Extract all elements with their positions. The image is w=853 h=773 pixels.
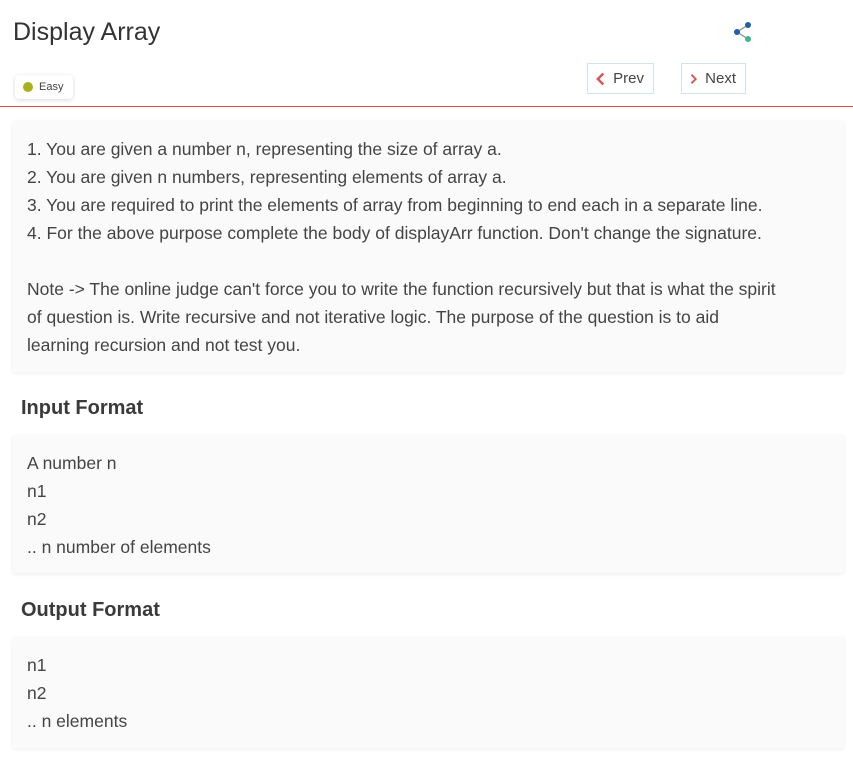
description-line: 4. For the above purpose complete the bo… [27, 223, 762, 243]
output-format-line: n2 [27, 683, 47, 703]
note-line: Note -> The online judge can't force you… [27, 279, 776, 299]
difficulty-label: Easy [39, 81, 64, 93]
description-line: 1. You are given a number n, representin… [27, 139, 502, 159]
input-format-heading: Input Format [21, 397, 144, 419]
input-format-line: A number n [27, 453, 117, 473]
output-format-line: n1 [27, 655, 47, 675]
description-card: 1. You are given a number n, representin… [13, 121, 844, 372]
next-button[interactable]: Next [681, 63, 746, 94]
difficulty-badge: Easy [15, 75, 74, 99]
prev-label: Prev [613, 70, 644, 87]
input-format-line: n2 [27, 509, 47, 529]
input-format-line: n1 [27, 481, 47, 501]
note-line: learning recursion and not test you. [27, 335, 301, 355]
note-line: of question is. Write recursive and not … [27, 307, 719, 327]
output-format-heading: Output Format [21, 599, 160, 621]
description-line: 2. You are given n numbers, representing… [27, 167, 507, 187]
problem-header: Display Array Easy Prev Next [0, 0, 853, 107]
share-icon[interactable] [731, 20, 755, 44]
chevron-left-icon [596, 72, 605, 85]
output-format-card: n1 n2 .. n elements [13, 637, 844, 748]
next-label: Next [705, 70, 736, 87]
chevron-right-icon [690, 73, 698, 84]
output-format-line: .. n elements [27, 711, 128, 731]
page-title: Display Array [13, 18, 161, 46]
prev-button[interactable]: Prev [587, 63, 654, 94]
input-format-card: A number n n1 n2 .. n number of elements [13, 435, 844, 573]
difficulty-dot [23, 82, 33, 92]
input-format-line: .. n number of elements [27, 537, 211, 557]
description-line: 3. You are required to print the element… [27, 195, 763, 215]
